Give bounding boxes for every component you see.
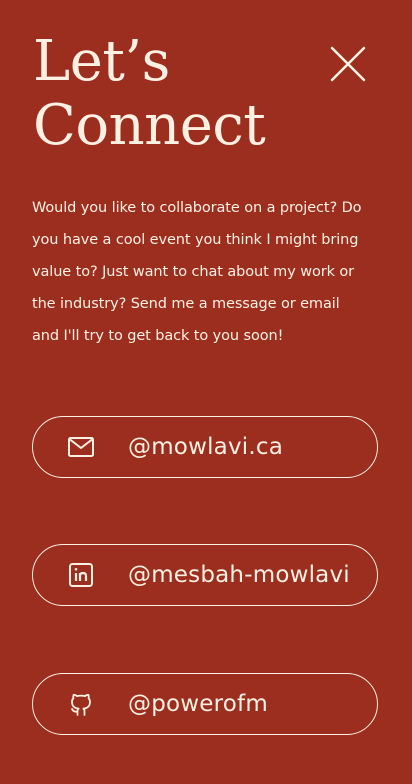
close-icon (330, 46, 366, 82)
title-line-1: Let’s (33, 29, 170, 94)
email-label: @mowlavi.ca (128, 434, 284, 460)
intro-text: Would you like to collaborate on a proje… (32, 200, 362, 344)
email-link[interactable]: @mowlavi.ca (32, 416, 378, 478)
github-link[interactable]: @powerofm (32, 673, 378, 735)
github-icon (67, 690, 95, 718)
github-label: @powerofm (128, 691, 268, 717)
title-line-2: Connect (33, 93, 266, 158)
page-title: Let’s Connect (33, 29, 266, 158)
close-button[interactable] (330, 46, 366, 82)
linkedin-link[interactable]: @mesbah-mowlavi (32, 544, 378, 606)
linkedin-label: @mesbah-mowlavi (128, 562, 350, 588)
linkedin-icon (67, 561, 95, 589)
mail-icon (67, 433, 95, 461)
